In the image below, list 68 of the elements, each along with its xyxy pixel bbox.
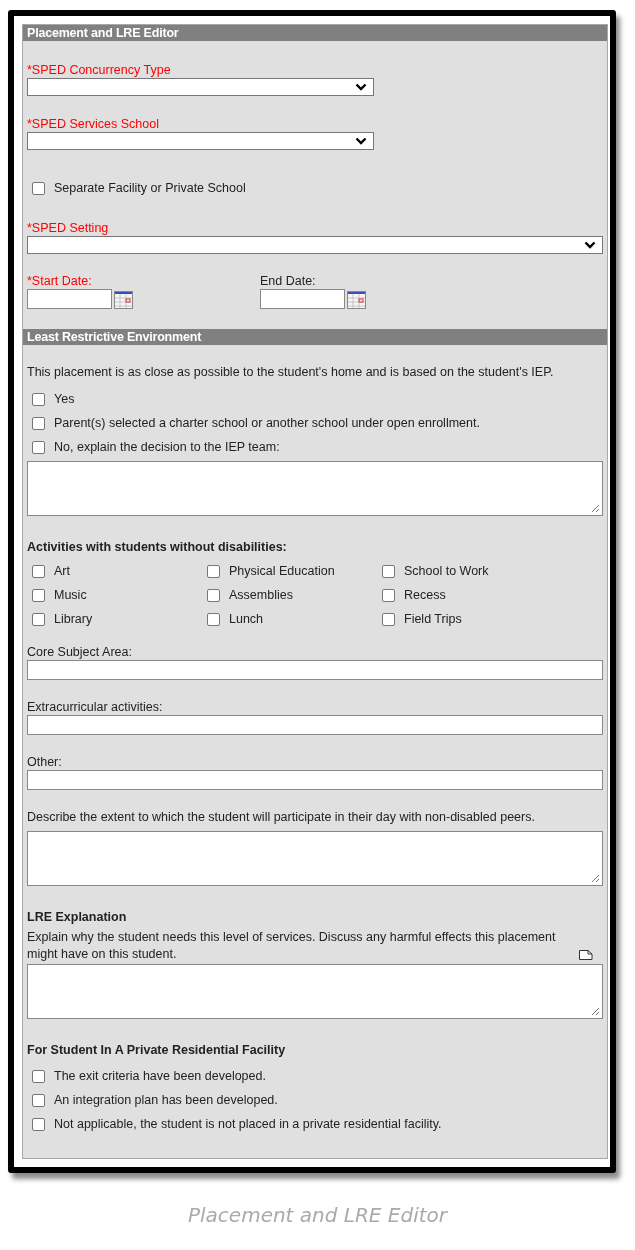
checkbox-label: Lunch <box>229 612 264 626</box>
field-label: Other: <box>27 755 63 770</box>
field-label: *Start Date: <box>27 274 93 289</box>
checkbox-label: Yes <box>54 392 75 406</box>
checkbox-label: The exit criteria have been developed. <box>54 1069 266 1083</box>
checkbox[interactable] <box>207 588 220 602</box>
checkbox[interactable] <box>207 564 220 578</box>
checkbox[interactable] <box>382 564 395 578</box>
checkbox-label: Separate Facility or Private School <box>54 181 246 195</box>
field-label: *SPED Setting <box>27 221 110 236</box>
section-heading: Activities with students without disabilities: <box>27 540 288 555</box>
checkbox-label: Art <box>54 564 70 578</box>
checkbox[interactable] <box>32 440 45 454</box>
figure-caption: Placement and LRE Editor <box>186 1203 449 1227</box>
checkbox-label: Not applicable, the student is not placed in a private residential facility. <box>54 1117 442 1131</box>
checkbox-label: Library <box>54 612 93 626</box>
dropdown[interactable] <box>27 132 374 150</box>
checkbox[interactable] <box>382 588 395 602</box>
checkbox-label: Physical Education <box>229 564 335 578</box>
section-heading: LRE Explanation <box>27 910 128 925</box>
checkbox-label: An integration plan has been developed. <box>54 1093 278 1107</box>
field-label: End Date: <box>260 274 317 289</box>
checkbox[interactable] <box>32 1117 45 1131</box>
checkbox[interactable] <box>32 1093 45 1107</box>
field-label: Core Subject Area: <box>27 645 133 660</box>
checkbox[interactable] <box>32 181 45 195</box>
text-field[interactable] <box>27 770 603 790</box>
checkbox[interactable] <box>32 564 45 578</box>
checkbox-label: School to Work <box>404 564 489 578</box>
dropdown[interactable] <box>27 236 603 254</box>
resize-grip-icon[interactable] <box>590 1006 600 1016</box>
checkbox[interactable] <box>382 612 395 626</box>
text-area[interactable] <box>27 461 603 516</box>
field-label: *SPED Services School <box>27 117 160 132</box>
text-field[interactable] <box>27 715 603 735</box>
field-label: Extracurricular activities: <box>27 700 164 715</box>
text-field[interactable] <box>27 660 603 680</box>
description-text: This placement is as close as possible to the student's home and is based on the student's IEP. <box>27 364 555 381</box>
section-header: Least Restrictive Environment <box>23 329 607 345</box>
resize-grip-icon[interactable] <box>590 873 600 883</box>
checkbox[interactable] <box>32 612 45 626</box>
chevron-down-icon <box>355 137 367 145</box>
checkbox-label: No, explain the decision to the IEP team: <box>54 440 280 454</box>
resize-grip-icon[interactable] <box>590 503 600 513</box>
field-label: *SPED Concurrency Type <box>27 63 172 78</box>
checkbox[interactable] <box>32 588 45 602</box>
calendar-icon[interactable] <box>114 291 133 309</box>
chevron-down-icon <box>584 241 596 249</box>
date-field[interactable] <box>27 289 112 309</box>
checkbox-label: Field Trips <box>404 612 462 626</box>
section-heading: For Student In A Private Residential Facility <box>27 1043 287 1058</box>
checkbox[interactable] <box>207 612 220 626</box>
checkbox-label: Recess <box>404 588 446 602</box>
calendar-icon[interactable] <box>347 291 366 309</box>
checkbox-label: Parent(s) selected a charter school or another school under open enrollment. <box>54 416 480 430</box>
date-field[interactable] <box>260 289 345 309</box>
field-label: Describe the extent to which the student will participate in their day with non-disabled peers. <box>27 810 536 825</box>
dropdown[interactable] <box>27 78 374 96</box>
checkbox-label: Music <box>54 588 87 602</box>
checkbox[interactable] <box>32 392 45 406</box>
text-area[interactable] <box>27 831 603 886</box>
chevron-down-icon <box>355 83 367 91</box>
section-header: Placement and LRE Editor <box>23 25 607 41</box>
note-icon[interactable] <box>579 950 593 960</box>
checkbox-label: Assemblies <box>229 588 293 602</box>
field-label: Explain why the student needs this level of services. Discuss any harmful effects this placement might have on this student. <box>27 929 557 963</box>
checkbox[interactable] <box>32 416 45 430</box>
checkbox[interactable] <box>32 1069 45 1083</box>
